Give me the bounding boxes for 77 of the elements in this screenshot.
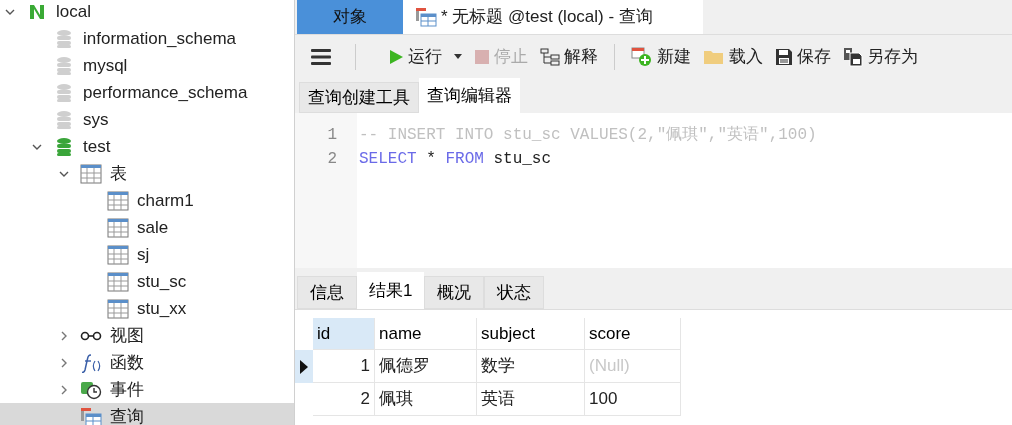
tree-item[interactable]: performance_schema [0,79,294,106]
tree-item[interactable]: charm1 [0,187,294,214]
tree-item[interactable]: mysql [0,52,294,79]
result-tab[interactable]: 状态 [484,276,545,309]
database-icon [56,82,72,103]
toolbar-button[interactable]: 另存为 [843,43,918,70]
result-tab[interactable]: 信息 [297,276,357,309]
menu-icon[interactable] [311,48,331,65]
connection-icon [28,2,46,21]
tree-item[interactable]: sys [0,106,294,133]
chevron-right-icon[interactable] [59,384,69,395]
database-icon [56,28,72,49]
tree-item[interactable]: 视图 [0,322,294,349]
tree-item[interactable]: sale [0,214,294,241]
table-cell: 1 [313,350,375,383]
row-header[interactable] [295,350,313,383]
toolbar-button[interactable]: 载入 [703,43,763,70]
result-tab[interactable]: 结果1 [357,272,425,309]
toolbar-button[interactable]: 保存 [775,43,831,70]
table-icon [80,163,102,184]
tree-item[interactable]: information_schema [0,25,294,52]
column-header[interactable]: subject [477,318,585,350]
window-tab[interactable]: 对象 [297,0,403,34]
column-header[interactable]: id [313,318,375,350]
window-tab[interactable]: * 无标题 @test (local) - 查询 [403,0,703,34]
database-icon [56,136,72,157]
table-icon [107,217,129,238]
tree-item[interactable]: 查询 [0,403,294,425]
chevron-right-icon[interactable] [59,330,69,341]
tree-item[interactable]: 函数 [0,349,294,376]
table-icon [107,244,129,265]
code-comment: -- INSERT INTO stu_sc VALUES(2,"佩琪","英语",100) [359,125,817,146]
table-cell: 100 [585,383,681,416]
toolbar-button[interactable]: 解释 [540,43,598,70]
clock-icon [80,379,102,400]
code-text: stu_sc [492,149,552,170]
table-cell: 佩琪 [375,383,477,416]
table-icon [107,298,129,319]
toolbar-button[interactable]: 运行 [388,43,462,70]
tree-item[interactable]: test [0,133,294,160]
chevron-right-icon[interactable] [59,357,69,368]
play-icon [388,48,404,65]
line-number: 1 [326,125,338,146]
stop-icon [474,48,490,65]
diagram-icon [540,47,560,66]
tree-item[interactable]: stu_sc [0,268,294,295]
table-cell: 英语 [477,383,585,416]
function-icon [80,352,102,373]
query-icon [415,7,437,27]
line-number: 2 [326,149,338,170]
tree-item[interactable]: local [0,0,294,25]
glasses-icon [80,330,102,341]
table-cell: 数学 [477,350,585,383]
column-header[interactable]: score [585,318,681,350]
table-icon [107,190,129,211]
editor-tab[interactable]: 查询创建工具 [299,82,419,113]
database-icon [56,109,72,130]
tree-item[interactable]: stu_xx [0,295,294,322]
table-icon [107,271,129,292]
query-icon [80,406,102,425]
dropdown-arrow-icon [454,54,462,59]
current-row-icon [300,359,308,374]
code-keyword: FROM [445,149,484,170]
editor-tab[interactable]: 查询编辑器 [419,78,520,113]
result-tab[interactable]: 概况 [424,276,485,309]
code-text: * [425,149,437,170]
table-cell: 佩德罗 [375,350,477,383]
column-header[interactable]: name [375,318,477,350]
tree-item[interactable]: sj [0,241,294,268]
copy-disk-icon [843,46,863,67]
toolbar-button[interactable]: 新建 [631,43,691,70]
tree-item[interactable]: 表 [0,160,294,187]
code-keyword: SELECT [359,149,417,170]
new-table-icon [631,46,653,67]
tree-item[interactable]: 事件 [0,376,294,403]
table-cell: 2 [313,383,375,416]
database-icon [56,55,72,76]
